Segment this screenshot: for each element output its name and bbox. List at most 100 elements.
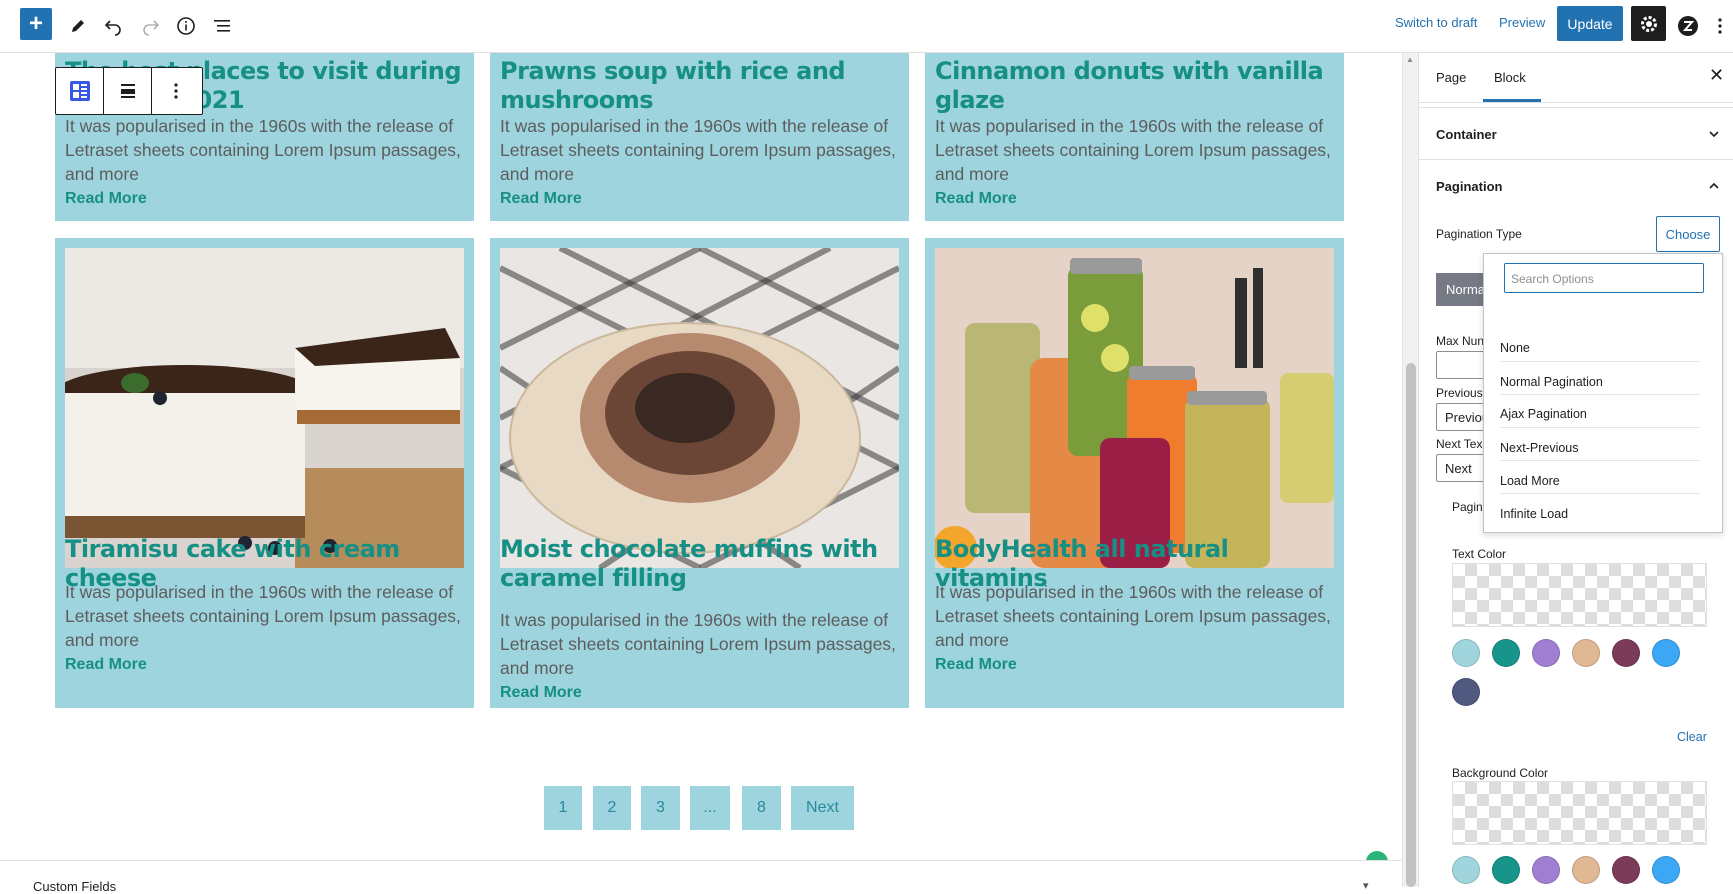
plugin-button[interactable] — [1670, 8, 1706, 44]
choose-pagination-type-button[interactable]: Choose — [1656, 216, 1720, 252]
canvas-scrollbar[interactable]: ▲ — [1402, 53, 1418, 887]
redo-button[interactable] — [133, 8, 169, 44]
post-title[interactable]: Moist chocolate muffins with caramel fil… — [500, 535, 905, 593]
container-panel-title: Container — [1436, 127, 1497, 142]
pagination-sub-label: Pagin — [1452, 500, 1483, 514]
color-swatch[interactable] — [1532, 639, 1560, 667]
align-center-icon — [120, 84, 135, 98]
settings-sidebar: Page Block ✕ Container Pagination Pagina… — [1418, 53, 1733, 887]
read-more-link[interactable]: Read More — [500, 684, 582, 702]
option-divider — [1500, 394, 1700, 395]
scroll-thumb[interactable] — [1406, 363, 1416, 887]
color-swatch[interactable] — [1572, 639, 1600, 667]
redo-icon — [143, 20, 160, 36]
post-card: Tiramisu cake with cream cheese It was p… — [55, 238, 474, 708]
post-image-cake[interactable] — [65, 248, 464, 568]
switch-to-draft-link[interactable]: Switch to draft — [1395, 15, 1477, 30]
close-icon[interactable]: ✕ — [1709, 65, 1724, 86]
tab-block[interactable]: Block — [1494, 70, 1526, 85]
undo-button[interactable] — [95, 8, 131, 44]
color-swatch[interactable] — [1492, 639, 1520, 667]
more-options-button[interactable] — [1707, 8, 1733, 44]
option-normal-pagination[interactable]: Normal Pagination — [1500, 375, 1700, 389]
option-load-more[interactable]: Load More — [1500, 474, 1700, 488]
post-card: BodyHealth all natural vitamins It was p… — [925, 238, 1344, 708]
page-link-2[interactable]: 2 — [593, 786, 631, 830]
color-swatch[interactable] — [1492, 856, 1520, 884]
page-link-8[interactable]: 8 — [742, 786, 781, 830]
chevron-down-icon[interactable]: ▾ — [1363, 879, 1369, 892]
read-more-link[interactable]: Read More — [935, 656, 1017, 674]
info-icon — [177, 17, 195, 35]
list-view-button[interactable] — [204, 8, 240, 44]
vertical-ellipsis-icon — [1718, 18, 1722, 34]
color-swatch[interactable] — [1572, 856, 1600, 884]
color-swatch[interactable] — [1452, 678, 1480, 706]
page-link-3[interactable]: 3 — [641, 786, 680, 830]
color-swatch[interactable] — [1452, 639, 1480, 667]
color-swatch[interactable] — [1452, 856, 1480, 884]
search-options-placeholder: Search Options — [1511, 272, 1594, 286]
option-infinite-load[interactable]: Infinite Load — [1500, 507, 1700, 521]
list-view-icon — [214, 20, 230, 32]
scroll-up-arrow-icon[interactable]: ▲ — [1406, 55, 1414, 64]
add-block-button[interactable]: + — [20, 8, 52, 40]
clear-text-color-button[interactable]: Clear — [1677, 730, 1707, 744]
read-more-link[interactable]: Read More — [500, 190, 582, 208]
block-type-button[interactable] — [56, 68, 104, 114]
custom-fields-panel[interactable]: Custom Fields ▾ — [0, 860, 1402, 894]
page-link-1[interactable]: 1 — [544, 786, 582, 830]
option-next-previous[interactable]: Next-Previous — [1500, 441, 1700, 455]
color-swatch[interactable] — [1652, 856, 1680, 884]
search-options-input[interactable]: Search Options — [1504, 263, 1704, 293]
pagination-type-label: Pagination Type — [1436, 227, 1522, 241]
post-title[interactable]: Prawns soup with rice and mushrooms — [500, 57, 900, 115]
vertical-ellipsis-icon — [174, 83, 178, 99]
post-image-muffin[interactable] — [500, 248, 899, 568]
undo-icon — [104, 20, 121, 36]
page-ellipsis: ... — [690, 786, 730, 830]
pagination-panel-toggle[interactable]: Pagination — [1419, 159, 1733, 211]
post-card: Moist chocolate muffins with caramel fil… — [490, 238, 909, 708]
block-align-button[interactable] — [104, 68, 152, 114]
option-divider — [1500, 460, 1700, 461]
preview-link[interactable]: Preview — [1499, 15, 1545, 30]
option-ajax-pagination[interactable]: Ajax Pagination — [1500, 407, 1700, 421]
tab-page[interactable]: Page — [1436, 70, 1466, 85]
next-page-link[interactable]: Next — [791, 786, 854, 830]
block-toolbar — [55, 67, 203, 115]
color-swatch[interactable] — [1532, 856, 1560, 884]
container-panel-toggle[interactable]: Container — [1419, 107, 1733, 159]
plugin-logo-icon — [1678, 16, 1698, 36]
gear-icon — [1640, 15, 1657, 32]
tools-button[interactable] — [60, 8, 96, 44]
option-none[interactable]: None — [1500, 341, 1700, 355]
option-divider — [1500, 427, 1700, 428]
option-divider — [1500, 493, 1700, 494]
background-color-preview[interactable] — [1452, 781, 1707, 845]
option-divider — [1500, 361, 1700, 362]
post-card: Cinnamon donuts with vanilla glaze It wa… — [925, 53, 1344, 221]
update-button[interactable]: Update — [1557, 6, 1623, 41]
editor-header: + Switch to draft Preview Update — [0, 0, 1733, 53]
details-button[interactable] — [168, 8, 204, 44]
previous-text-label: Previous — [1436, 386, 1483, 400]
background-color-label: Background Color — [1452, 766, 1549, 780]
editor-canvas: The best places to visit during summer 2… — [0, 53, 1402, 887]
post-excerpt: It was popularised in the 1960s with the… — [65, 116, 461, 184]
color-swatch[interactable] — [1612, 856, 1640, 884]
settings-button[interactable] — [1631, 6, 1666, 41]
post-title[interactable]: Cinnamon donuts with vanilla glaze — [935, 57, 1335, 115]
post-image-jars[interactable] — [935, 248, 1334, 568]
text-color-preview[interactable] — [1452, 563, 1707, 627]
read-more-link[interactable]: Read More — [65, 190, 147, 208]
color-swatch[interactable] — [1612, 639, 1640, 667]
selected-pagination-type[interactable]: Norma — [1436, 273, 1486, 306]
block-options-button[interactable] — [152, 68, 200, 114]
pencil-icon — [72, 20, 84, 32]
text-color-label: Text Color — [1452, 547, 1507, 561]
color-swatch[interactable] — [1652, 639, 1680, 667]
read-more-link[interactable]: Read More — [935, 190, 1017, 208]
read-more-link[interactable]: Read More — [65, 656, 147, 674]
max-number-label: Max Nun — [1436, 334, 1485, 348]
